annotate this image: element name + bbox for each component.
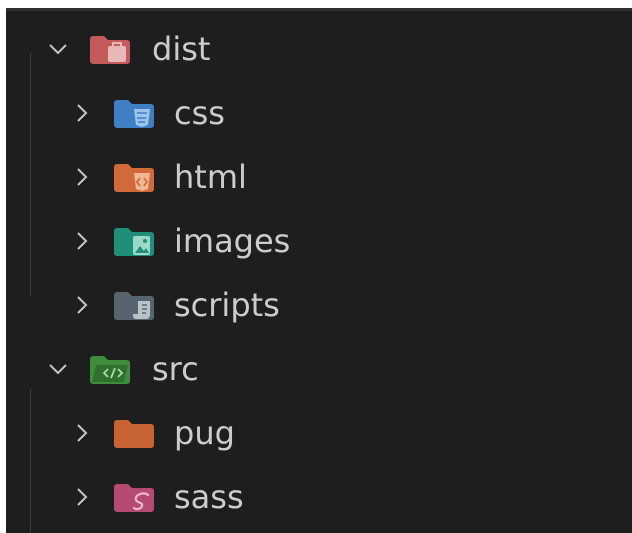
folder-images-icon [112, 223, 156, 259]
tree-item-src[interactable]: src [6, 337, 632, 401]
tree-item-label: sass [174, 478, 244, 516]
folder-dist-icon [88, 31, 132, 67]
chevron-right-icon[interactable] [68, 163, 96, 191]
tree-item-label: scripts [174, 286, 280, 324]
folder-html-icon [112, 159, 156, 195]
tree-item-html[interactable]: html [6, 145, 632, 209]
tree-item-images[interactable]: images [6, 209, 632, 273]
tree-item-label: images [174, 222, 291, 260]
tree-item-pug[interactable]: pug [6, 401, 632, 465]
folder-pug-icon [112, 415, 156, 451]
tree-item-css[interactable]: css [6, 81, 632, 145]
folder-scripts-icon [112, 287, 156, 323]
tree-item-label: html [174, 158, 247, 196]
chevron-down-icon[interactable] [44, 35, 72, 63]
tree-item-label: pug [174, 414, 235, 452]
tree-item-label: src [152, 350, 199, 388]
file-explorer: dist css html images scripts src pug sas… [6, 8, 632, 533]
chevron-down-icon[interactable] [44, 355, 72, 383]
tree-item-scripts[interactable]: scripts [6, 273, 632, 337]
folder-src-icon [88, 351, 132, 387]
chevron-right-icon[interactable] [68, 419, 96, 447]
tree-item-sass[interactable]: sass [6, 465, 632, 529]
tree-item-label: css [174, 94, 225, 132]
chevron-right-icon[interactable] [68, 99, 96, 127]
chevron-right-icon[interactable] [68, 291, 96, 319]
tree-item-label: dist [152, 30, 211, 68]
chevron-right-icon[interactable] [68, 483, 96, 511]
folder-css-icon [112, 95, 156, 131]
chevron-right-icon[interactable] [68, 227, 96, 255]
tree-item-dist[interactable]: dist [6, 17, 632, 81]
folder-sass-icon [112, 479, 156, 515]
